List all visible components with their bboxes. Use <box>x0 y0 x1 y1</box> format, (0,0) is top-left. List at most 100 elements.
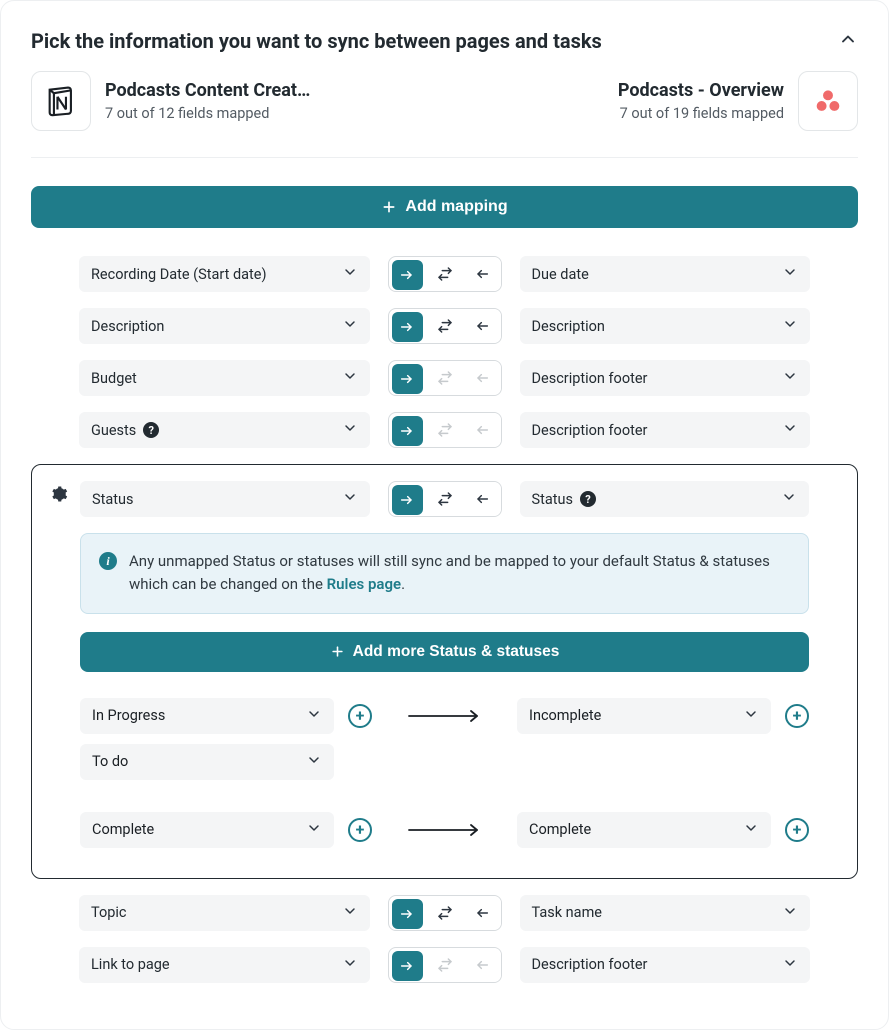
source-right-sub: 7 out of 19 fields mapped <box>618 105 784 122</box>
add-status-value[interactable]: + <box>785 704 809 728</box>
field-select-right[interactable]: Description <box>520 308 811 344</box>
chevron-down-icon <box>782 903 798 923</box>
field-select-left[interactable]: Topic <box>79 895 370 931</box>
rules-page-link[interactable]: Rules page <box>327 575 401 593</box>
gear-icon[interactable] <box>50 485 68 507</box>
add-status-button[interactable]: Add more Status & statuses <box>80 632 809 672</box>
field-label: Status? <box>532 491 596 508</box>
field-label: Description <box>91 318 164 335</box>
direction-both[interactable] <box>426 257 463 291</box>
field-select-left[interactable]: Status <box>80 481 370 517</box>
chevron-down-icon <box>306 706 322 726</box>
direction-both[interactable] <box>426 309 463 343</box>
direction-both[interactable] <box>426 896 463 930</box>
status-select[interactable]: To do <box>80 744 334 780</box>
field-label: Description <box>532 318 605 335</box>
panel-header: Pick the information you want to sync be… <box>31 13 858 63</box>
direction-selector[interactable] <box>388 895 502 931</box>
source-right: Podcasts - Overview 7 out of 19 fields m… <box>618 71 858 131</box>
chevron-down-icon <box>782 316 798 336</box>
direction-left[interactable] <box>463 482 500 516</box>
direction-right[interactable] <box>392 951 423 981</box>
field-label: Description footer <box>532 370 648 387</box>
field-select-left[interactable]: Description <box>79 308 370 344</box>
chevron-down-icon <box>342 489 358 509</box>
field-select-right[interactable]: Due date <box>520 256 811 292</box>
field-select-left[interactable]: Recording Date (Start date) <box>79 256 370 292</box>
status-select[interactable]: Incomplete <box>517 698 771 734</box>
direction-right[interactable] <box>392 364 423 394</box>
chevron-down-icon <box>342 316 358 336</box>
mappings-list-top: Recording Date (Start date) Due date Descr… <box>31 256 858 448</box>
direction-selector[interactable] <box>388 360 502 396</box>
chevron-down-icon <box>743 820 759 840</box>
direction-right[interactable] <box>392 899 423 929</box>
status-info-bar: i Any unmapped Status or statuses will s… <box>80 533 809 614</box>
field-label: Status <box>92 491 133 508</box>
add-status-value[interactable]: + <box>348 704 372 728</box>
notion-icon <box>31 71 91 131</box>
field-select-right[interactable]: Status? <box>520 481 810 517</box>
field-select-right[interactable]: Task name <box>520 895 811 931</box>
status-pair-row: In Progress + Incomplete + <box>80 698 809 734</box>
help-icon[interactable]: ? <box>580 491 596 507</box>
direction-right[interactable] <box>392 416 423 446</box>
direction-right[interactable] <box>392 485 423 515</box>
mapping-row: Status Status? <box>32 481 857 517</box>
status-mapping-block: Status Status? i Any unmapped Status or s… <box>31 464 858 879</box>
status-info-text: Any unmapped Status or statuses will sti… <box>129 550 790 597</box>
help-icon[interactable]: ? <box>143 422 159 438</box>
chevron-down-icon <box>781 489 797 509</box>
chevron-down-icon <box>342 368 358 388</box>
field-label: Link to page <box>91 956 170 973</box>
add-status-value[interactable]: + <box>785 818 809 842</box>
direction-selector[interactable] <box>388 256 502 292</box>
direction-left <box>463 948 500 982</box>
add-mapping-button[interactable]: Add mapping <box>31 186 858 228</box>
chevron-down-icon <box>342 420 358 440</box>
mapping-row: Guests? Description footer <box>31 412 858 448</box>
field-select-left[interactable]: Link to page <box>79 947 370 983</box>
field-select-right[interactable]: Description footer <box>520 412 811 448</box>
field-label: Due date <box>532 266 589 283</box>
direction-left[interactable] <box>463 257 500 291</box>
status-select[interactable]: In Progress <box>80 698 334 734</box>
collapse-toggle[interactable] <box>838 29 858 53</box>
status-pairs-list: In Progress + Incomplete + To do Complete + Com… <box>32 698 857 848</box>
direction-selector[interactable] <box>388 481 502 517</box>
chevron-down-icon <box>782 368 798 388</box>
source-left-sub: 7 out of 12 fields mapped <box>105 105 310 122</box>
mapping-row: Recording Date (Start date) Due date <box>31 256 858 292</box>
direction-right[interactable] <box>392 312 423 342</box>
source-right-name: Podcasts - Overview <box>618 80 784 103</box>
direction-selector[interactable] <box>388 947 502 983</box>
status-select[interactable]: Complete <box>517 812 771 848</box>
status-label: Complete <box>92 821 154 838</box>
source-left-name: Podcasts Content Creat… <box>105 80 310 103</box>
maps-to-arrow <box>386 823 503 837</box>
direction-selector[interactable] <box>388 308 502 344</box>
sources-row: Podcasts Content Creat… 7 out of 12 fiel… <box>31 63 858 158</box>
chevron-down-icon <box>743 706 759 726</box>
sync-config-panel: Pick the information you want to sync be… <box>0 0 889 1030</box>
field-select-right[interactable]: Description footer <box>520 947 811 983</box>
status-pair-extra: To do <box>80 744 809 780</box>
direction-left <box>463 413 500 447</box>
direction-right[interactable] <box>392 260 423 290</box>
direction-left[interactable] <box>463 309 500 343</box>
field-select-left[interactable]: Guests? <box>79 412 370 448</box>
chevron-down-icon <box>342 264 358 284</box>
direction-both[interactable] <box>426 482 463 516</box>
field-label: Task name <box>532 904 602 921</box>
mappings-list-tail: Topic Task name Link to page Description fo… <box>31 895 858 983</box>
field-select-left[interactable]: Budget <box>79 360 370 396</box>
direction-left[interactable] <box>463 896 500 930</box>
panel-title: Pick the information you want to sync be… <box>31 29 602 53</box>
direction-left <box>463 361 500 395</box>
field-select-right[interactable]: Description footer <box>520 360 811 396</box>
direction-selector[interactable] <box>388 412 502 448</box>
status-select[interactable]: Complete <box>80 812 334 848</box>
mapping-row: Link to page Description footer <box>31 947 858 983</box>
chevron-down-icon <box>782 420 798 440</box>
add-status-value[interactable]: + <box>348 818 372 842</box>
